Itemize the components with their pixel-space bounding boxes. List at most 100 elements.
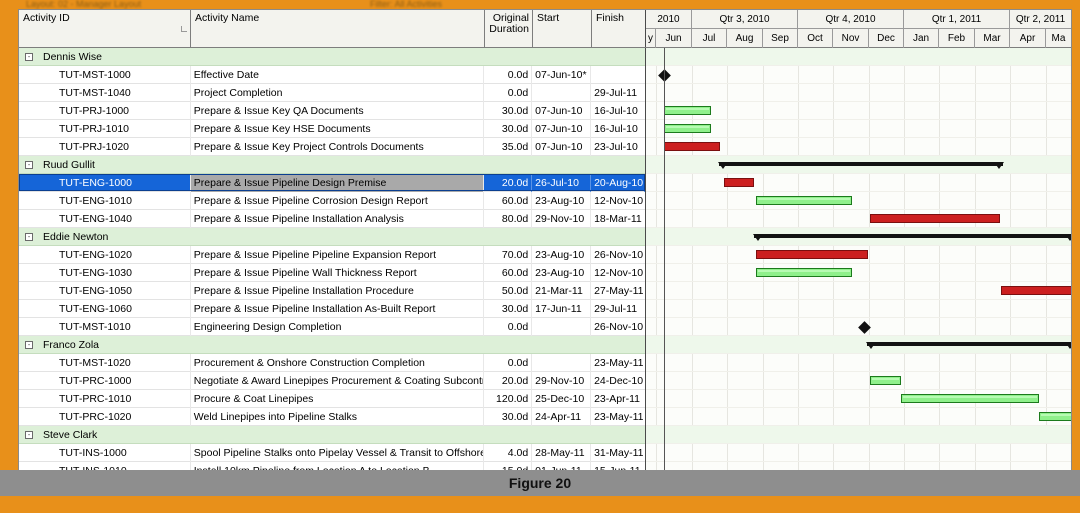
- table-row[interactable]: TUT-ENG-1040 Prepare & Issue Pipeline Ins…: [19, 209, 645, 228]
- activity-name-cell: Prepare & Issue Key HSE Documents: [191, 119, 485, 138]
- gantt-bar-red[interactable]: [664, 142, 720, 151]
- data-date-line: [664, 48, 665, 486]
- gantt-bar-green[interactable]: [664, 124, 711, 133]
- gantt-bar-red[interactable]: [724, 178, 754, 187]
- column-header-original-duration[interactable]: Original Duration: [485, 10, 533, 47]
- collapse-expand-icon[interactable]: -: [25, 53, 33, 61]
- table-row[interactable]: TUT-MST-1010 Engineering Design Completio…: [19, 317, 645, 336]
- column-header-activity-name[interactable]: Activity Name: [191, 10, 485, 47]
- collapse-expand-icon[interactable]: -: [25, 431, 33, 439]
- table-row[interactable]: TUT-ENG-1000 Prepare & Issue Pipeline Des…: [19, 173, 645, 192]
- gantt-row: [646, 84, 1071, 102]
- layout-label[interactable]: Layout: 02 - Manager Layout: [26, 0, 141, 9]
- start-date-cell: [532, 156, 591, 174]
- gantt-bar-green[interactable]: [870, 376, 901, 385]
- collapse-expand-icon[interactable]: -: [25, 161, 33, 169]
- table-row[interactable]: TUT-ENG-1060 Prepare & Issue Pipeline Ins…: [19, 299, 645, 318]
- start-date-cell: 24-Apr-11: [532, 407, 592, 426]
- timescale-header[interactable]: 2010 Qtr 3, 2010 Qtr 4, 2010 Qtr 1, 2011 Qtr…: [646, 10, 1071, 48]
- start-date-cell: 07-Jun-10: [532, 137, 592, 156]
- finish-date-cell: [591, 426, 645, 444]
- group-header-row[interactable]: - Franco Zola: [19, 336, 645, 354]
- table-row[interactable]: TUT-MST-1040 Project Completion 0.0d 29-Jul…: [19, 83, 645, 102]
- column-header-finish[interactable]: Finish: [592, 10, 646, 47]
- activity-name-cell: [191, 336, 485, 354]
- activity-table[interactable]: - Dennis Wise TUT-MST-1000 Effective Date 0.…: [19, 48, 646, 486]
- gantt-bar-red[interactable]: [870, 214, 1000, 223]
- group-name-cell: Ruud Gullit: [43, 158, 95, 171]
- gantt-bar-green[interactable]: [664, 106, 711, 115]
- group-name-cell: Steve Clark: [43, 428, 98, 441]
- group-header-row[interactable]: - Ruud Gullit: [19, 156, 645, 174]
- collapse-expand-icon[interactable]: -: [25, 233, 33, 241]
- finish-date-cell: 23-Jul-10: [594, 140, 638, 153]
- table-row[interactable]: TUT-ENG-1010 Prepare & Issue Pipeline Cor…: [19, 191, 645, 210]
- group-name-cell: Dennis Wise: [43, 50, 102, 63]
- grid-and-gantt: - Dennis Wise TUT-MST-1000 Effective Date 0.…: [19, 48, 1071, 486]
- gantt-row: [646, 426, 1071, 444]
- timescale-month-cell: Oct: [798, 29, 833, 48]
- original-duration-cell: 30.0d: [484, 119, 533, 138]
- column-header-activity-id[interactable]: Activity ID: [19, 10, 191, 47]
- table-row[interactable]: TUT-ENG-1050 Prepare & Issue Pipeline Ins…: [19, 281, 645, 300]
- screenshot-root: Layout: 02 - Manager Layout Filter: All …: [0, 0, 1080, 513]
- table-row[interactable]: TUT-PRC-1020 Weld Linepipes into Pipeline…: [19, 407, 645, 426]
- table-row[interactable]: TUT-PRJ-1020 Prepare & Issue Key Project …: [19, 137, 645, 156]
- gantt-bar-green[interactable]: [756, 196, 852, 205]
- finish-date-cell: 23-May-11: [594, 356, 644, 369]
- gantt-bar-red[interactable]: [756, 250, 868, 259]
- table-row[interactable]: TUT-PRC-1000 Negotiate & Award Linepipes …: [19, 371, 645, 390]
- original-duration-cell: [484, 228, 532, 246]
- column-header-activity-id-label: Activity ID: [23, 12, 70, 24]
- gantt-chart-area[interactable]: [646, 48, 1071, 486]
- table-row[interactable]: TUT-ENG-1020 Prepare & Issue Pipeline Pip…: [19, 245, 645, 264]
- activity-id-cell: TUT-MST-1020: [19, 353, 191, 372]
- gantt-summary-bar[interactable]: [866, 342, 1071, 349]
- table-row[interactable]: TUT-INS-1000 Spool Pipeline Stalks onto P…: [19, 443, 645, 462]
- finish-date-cell: 23-Apr-11: [594, 392, 640, 405]
- original-duration-cell: [484, 426, 532, 444]
- finish-date-cell: 26-Nov-10: [594, 320, 644, 333]
- activity-id-cell: TUT-ENG-1020: [19, 245, 191, 264]
- table-row[interactable]: TUT-PRJ-1010 Prepare & Issue Key HSE Docu…: [19, 119, 645, 138]
- gantt-bar-green[interactable]: [756, 268, 852, 277]
- table-row[interactable]: TUT-PRJ-1000 Prepare & Issue Key QA Docum…: [19, 101, 645, 120]
- gantt-window: Activity ID Activity Name Original Durat…: [18, 9, 1072, 487]
- activity-name-cell: Prepare & Issue Pipeline Design Premise: [190, 173, 485, 192]
- table-row[interactable]: TUT-MST-1000 Effective Date 0.0d 07-Jun-10*: [19, 65, 645, 84]
- finish-date-cell: 16-Jul-10: [594, 122, 638, 135]
- collapse-expand-icon[interactable]: -: [25, 341, 33, 349]
- column-header-row: Activity ID Activity Name Original Durat…: [19, 10, 1071, 48]
- column-header-start[interactable]: Start: [533, 10, 592, 47]
- finish-date-cell: 29-Jul-11: [594, 86, 638, 99]
- activity-name-cell: Prepare & Issue Pipeline Corrosion Desig…: [191, 191, 485, 210]
- table-row[interactable]: TUT-MST-1020 Procurement & Onshore Constr…: [19, 353, 645, 372]
- activity-name-cell: Effective Date: [191, 65, 485, 84]
- start-date-cell: 21-Mar-11: [532, 281, 592, 300]
- table-row[interactable]: TUT-PRC-1010 Procure & Coat Linepipes 120.…: [19, 389, 645, 408]
- start-date-cell: 17-Jun-11: [532, 299, 592, 318]
- gantt-row: [646, 300, 1071, 318]
- filter-label[interactable]: Filter: All Activities: [370, 0, 442, 9]
- gantt-row: [646, 444, 1071, 462]
- group-header-row[interactable]: - Eddie Newton: [19, 228, 645, 246]
- timescale-quarter-cell: Qtr 2, 2011: [1010, 10, 1071, 29]
- gantt-bar-red[interactable]: [1001, 286, 1071, 295]
- gantt-bar-green[interactable]: [901, 394, 1039, 403]
- activity-name-cell: Project Completion: [191, 83, 485, 102]
- timescale-month-cell: Apr: [1010, 29, 1046, 48]
- group-header-row[interactable]: - Steve Clark: [19, 426, 645, 444]
- summary-cap-left-icon: [866, 342, 876, 349]
- table-row[interactable]: TUT-ENG-1030 Prepare & Issue Pipeline Wal…: [19, 263, 645, 282]
- gantt-bar-green[interactable]: [1039, 412, 1071, 421]
- gantt-summary-bar[interactable]: [753, 234, 1071, 241]
- gantt-row: [646, 354, 1071, 372]
- start-date-cell: 23-Aug-10: [532, 191, 592, 210]
- activity-name-cell: Engineering Design Completion: [191, 317, 485, 336]
- group-header-row[interactable]: - Dennis Wise: [19, 48, 645, 66]
- timescale-month-cell: Jan: [904, 29, 939, 48]
- activity-name-cell: Prepare & Issue Pipeline Installation Pr…: [191, 281, 485, 300]
- start-date-cell: [532, 336, 591, 354]
- gantt-summary-bar[interactable]: [718, 162, 1004, 169]
- original-duration-cell: 0.0d: [484, 317, 533, 336]
